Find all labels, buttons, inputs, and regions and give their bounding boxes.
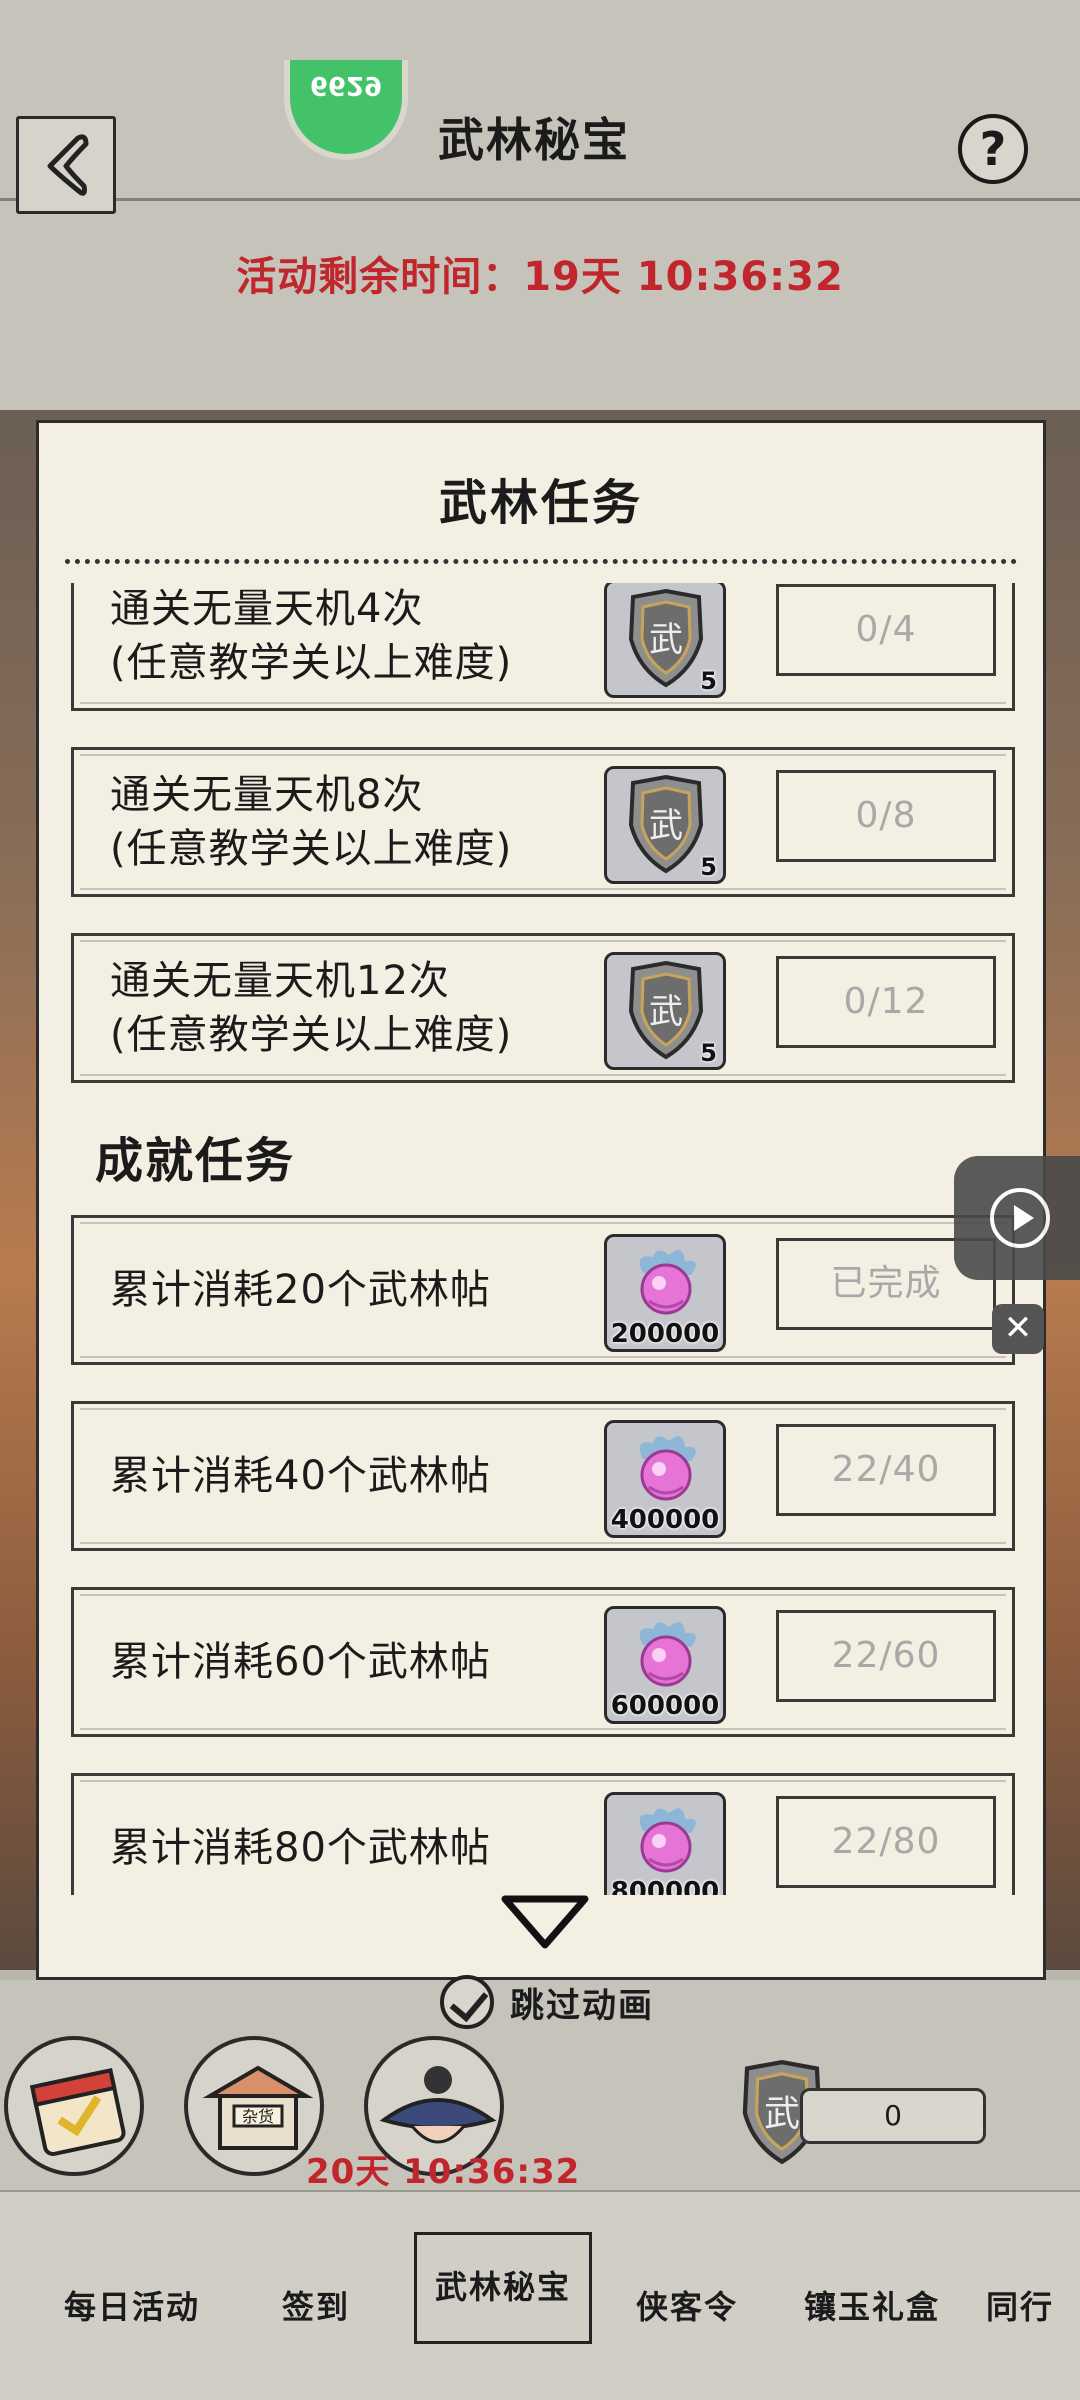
dotted-divider [65,559,1017,564]
tab-bar: 每日活动 签到 武林秘宝 侠客令 镶玉礼盒 同行 [0,2190,1080,2400]
svg-text:武: 武 [649,806,683,846]
task-title: 累计消耗20个武林帖 [110,1267,491,1313]
tab-sign-in[interactable]: 签到 [282,2282,350,2328]
stall-sign: 杂货 [242,2107,274,2126]
tab-wulin-treasure[interactable]: 武林秘宝 [414,2232,593,2344]
tab-xiake-order[interactable]: 侠客令 [636,2282,738,2328]
task-card: 累计消耗40个武林帖 400000 22/40 [71,1401,1015,1551]
back-button[interactable] [16,116,116,214]
svg-text:武: 武 [764,2094,800,2135]
progress-box: 0/4 [776,584,996,676]
pink-orb-icon [639,1622,696,1687]
reward-item[interactable]: 400000 [604,1420,726,1538]
reward-item[interactable]: 武 5 [604,952,726,1070]
task-card: 累计消耗20个武林帖 200000 已完成 [71,1215,1015,1365]
close-icon[interactable]: ✕ [992,1304,1044,1354]
tab-daily-activities[interactable]: 每日活动 [64,2282,200,2328]
header-bar: 6629 武林秘宝 ? 活动剩余时间：19天 10:36:32 [0,0,1080,410]
pink-orb-icon [639,1808,696,1873]
task-title: 累计消耗80个武林帖 [110,1825,491,1871]
reward-item[interactable]: 200000 [604,1234,726,1352]
task-title: 通关无量天机12次 [110,958,450,1004]
reward-count: 400000 [610,1505,720,1535]
reward-count: 800000 [610,1877,720,1895]
task-card: 累计消耗80个武林帖 800000 22/80 [71,1773,1015,1895]
task-title: 通关无量天机4次 [110,586,424,632]
help-button[interactable]: ? [958,114,1028,184]
task-title: 通关无量天机8次 [110,772,424,818]
progress-box: 22/60 [776,1610,996,1702]
bottom-countdown: 20天 10:36:32 [306,2152,581,2192]
task-subtitle: (任意教学关以上难度) [110,1012,513,1058]
progress-box: 22/80 [776,1796,996,1888]
task-card: 累计消耗60个武林帖 600000 22/60 [71,1587,1015,1737]
video-button[interactable] [954,1156,1080,1280]
skip-animation-label: 跳过动画 [510,1985,654,2026]
reward-count: 5 [700,667,717,695]
token-count: 0 [800,2088,986,2144]
reward-count: 200000 [610,1319,720,1349]
svg-text:武: 武 [649,620,683,660]
reward-item[interactable]: 武 5 [604,766,726,884]
reward-item[interactable]: 800000 [604,1792,726,1895]
wu-shield-token-icon: 武 [628,589,704,688]
task-list[interactable]: 通关无量天机4次 (任意教学关以上难度) 武 5 0/4 通关无量天机8次 (任… [39,583,1043,1895]
avatar-badge: 6629 [309,70,383,100]
wu-shield-token-icon: 武 [628,775,704,874]
pink-orb-icon [639,1250,696,1315]
task-subtitle: (任意教学关以上难度) [110,640,513,686]
scroll-down-icon[interactable] [497,1891,593,1951]
section-title: 成就任务 [95,1133,296,1189]
shop-stall-button[interactable]: 杂货 [184,2036,324,2176]
event-countdown: 活动剩余时间：19天 10:36:32 [236,254,844,300]
task-title: 累计消耗40个武林帖 [110,1453,491,1499]
pink-orb-icon [639,1436,696,1501]
svg-text:武: 武 [649,992,683,1032]
progress-box: 22/40 [776,1424,996,1516]
reward-count: 5 [700,1039,717,1067]
calendar-check-button[interactable] [4,2036,144,2176]
skip-animation-toggle[interactable]: 跳过动画 [440,1974,654,2030]
reward-item[interactable]: 武 5 [604,583,726,698]
play-icon [990,1188,1050,1248]
reward-count: 600000 [610,1691,720,1721]
task-card: 通关无量天机4次 (任意教学关以上难度) 武 5 0/4 [71,583,1015,711]
progress-box: 0/8 [776,770,996,862]
header-divider [0,198,1080,201]
calendar-check-icon [29,2068,126,2156]
reward-count: 5 [700,853,717,881]
avatar: 6629 [284,60,408,160]
chevron-left-icon [47,134,89,196]
checkbox-checked-icon[interactable] [440,1975,494,2029]
task-card: 通关无量天机12次 (任意教学关以上难度) 武 5 0/12 [71,933,1015,1083]
progress-box: 0/12 [776,956,996,1048]
tab-jade-giftbox[interactable]: 镶玉礼盒 [804,2282,940,2328]
page-title: 武林秘宝 [438,113,630,167]
reward-item[interactable]: 600000 [604,1606,726,1724]
task-card: 通关无量天机8次 (任意教学关以上难度) 武 5 0/8 [71,747,1015,897]
task-subtitle: (任意教学关以上难度) [110,826,513,872]
task-panel: 武林任务 通关无量天机4次 (任意教学关以上难度) 武 5 0/4 通关无量天机… [36,420,1046,1980]
wu-shield-token-icon: 武 [628,961,704,1060]
task-title: 累计消耗60个武林帖 [110,1639,491,1685]
tab-companion[interactable]: 同行 [986,2282,1054,2328]
panel-title: 武林任务 [438,475,643,531]
